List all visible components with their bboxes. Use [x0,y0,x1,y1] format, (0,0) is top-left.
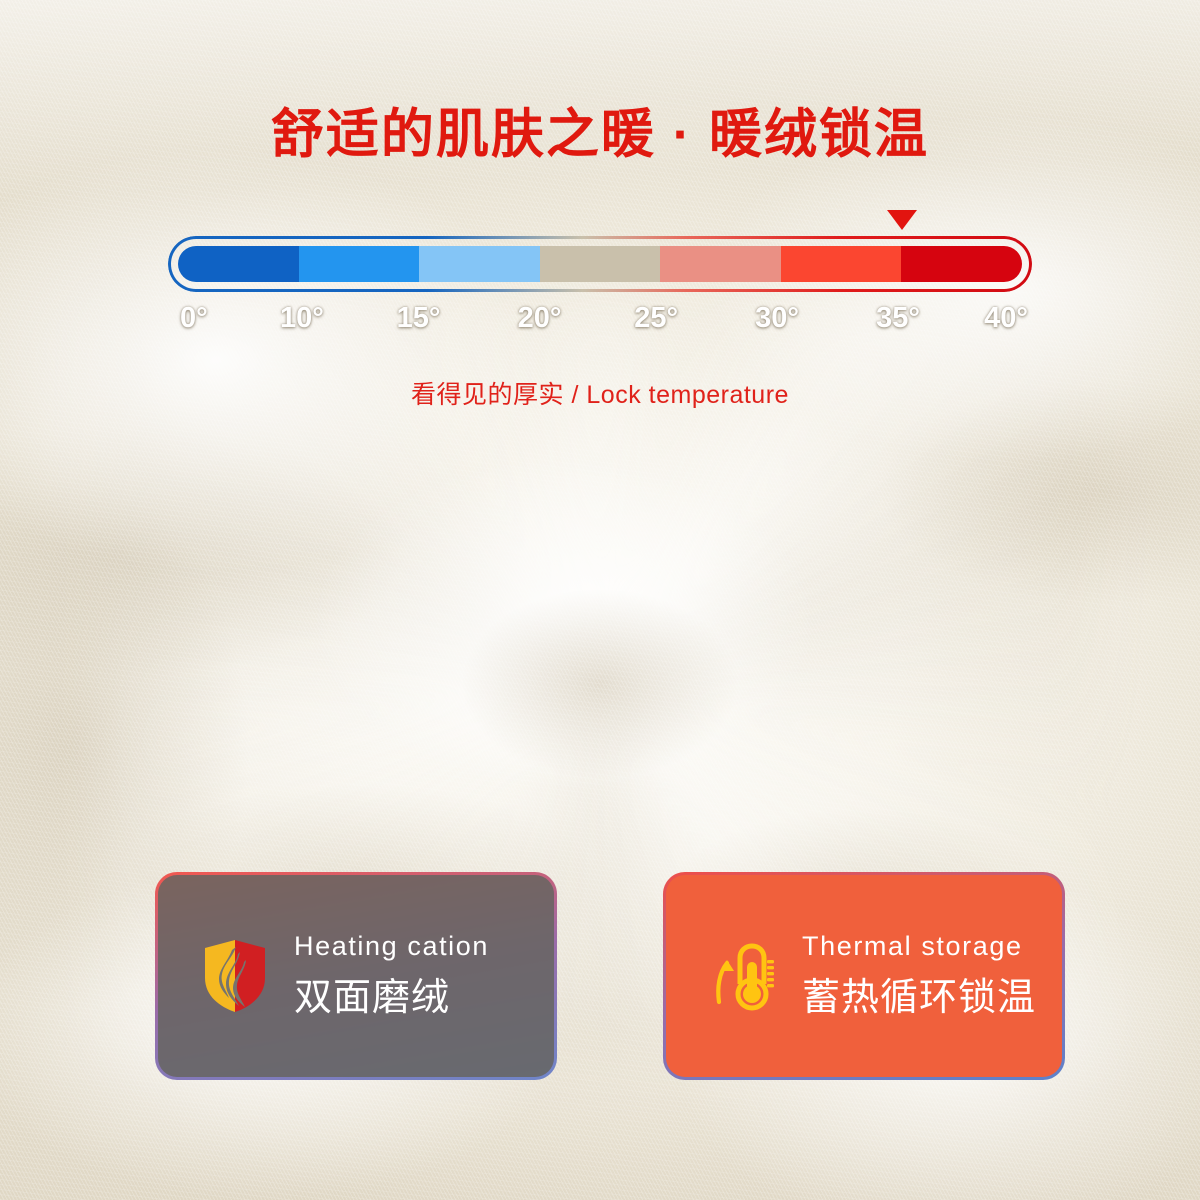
temperature-gauge: 0° 10° 15° 20° 25° 30° 35° 40° [168,206,1032,346]
card-text-heating-cation: Heating cation 双面磨绒 [294,931,489,1021]
card-cn-label: 双面磨绒 [294,977,451,1019]
gauge-tick-1: 10° [279,302,324,334]
card-en-label: Heating cation [294,931,490,961]
gauge-segment-cold-mid [298,246,420,282]
gauge-pointer-row [168,206,1032,236]
gauge-segment-neutral [539,246,661,282]
subtitle-text: 看得见的厚实 / Lock temperature [411,381,789,409]
gauge-color-track [178,246,1022,282]
gauge-tick-7: 40° [984,302,1029,334]
gauge-segment-cold-deep [178,246,299,282]
thermometer-arrow-icon [716,943,774,1011]
gauge-tick-6: 35° [876,302,921,334]
feature-card-thermal-storage[interactable]: Thermal storage 蓄热循环锁温 [663,872,1065,1080]
product-feature-panel: 舒适的肌肤之暖 · 暖绒锁温 0° 10° 15° 20° 25° 30° 35° 40° 看… [0,0,1200,1200]
gauge-tick-2: 15° [396,302,441,334]
card-inner-thermal-storage: Thermal storage 蓄热循环锁温 [666,875,1062,1077]
current-temperature-pointer-icon [887,210,918,230]
shield-flame-icon [205,940,265,1012]
feature-card-heating-cation[interactable]: Heating cation 双面磨绒 [155,872,557,1080]
gauge-segment-cold-light [419,246,540,282]
card-text-thermal-storage: Thermal storage 蓄热循环锁温 [802,931,1036,1021]
gauge-outline-capsule [168,236,1032,292]
page-title: 舒适的肌肤之暖 · 暖绒锁温 [270,105,930,164]
card-en-label: Thermal storage [802,931,1023,961]
card-cn-label: 蓄热循环锁温 [802,977,1037,1019]
feature-card-row: Heating cation 双面磨绒 Thermal storage 蓄热循环… [155,872,1065,1080]
gauge-tick-4: 25° [634,302,679,334]
gauge-segment-warm-mid [780,246,902,282]
gauge-tick-3: 20° [517,302,562,334]
gauge-segment-warm-light [660,246,781,282]
gauge-segment-warm-hot [901,246,1022,282]
card-inner-heating-cation: Heating cation 双面磨绒 [158,875,554,1077]
gauge-tick-5: 30° [755,302,800,334]
gauge-tick-labels: 0° 10° 15° 20° 25° 30° 35° 40° [168,302,1032,346]
gauge-tick-0: 0° [180,302,208,334]
